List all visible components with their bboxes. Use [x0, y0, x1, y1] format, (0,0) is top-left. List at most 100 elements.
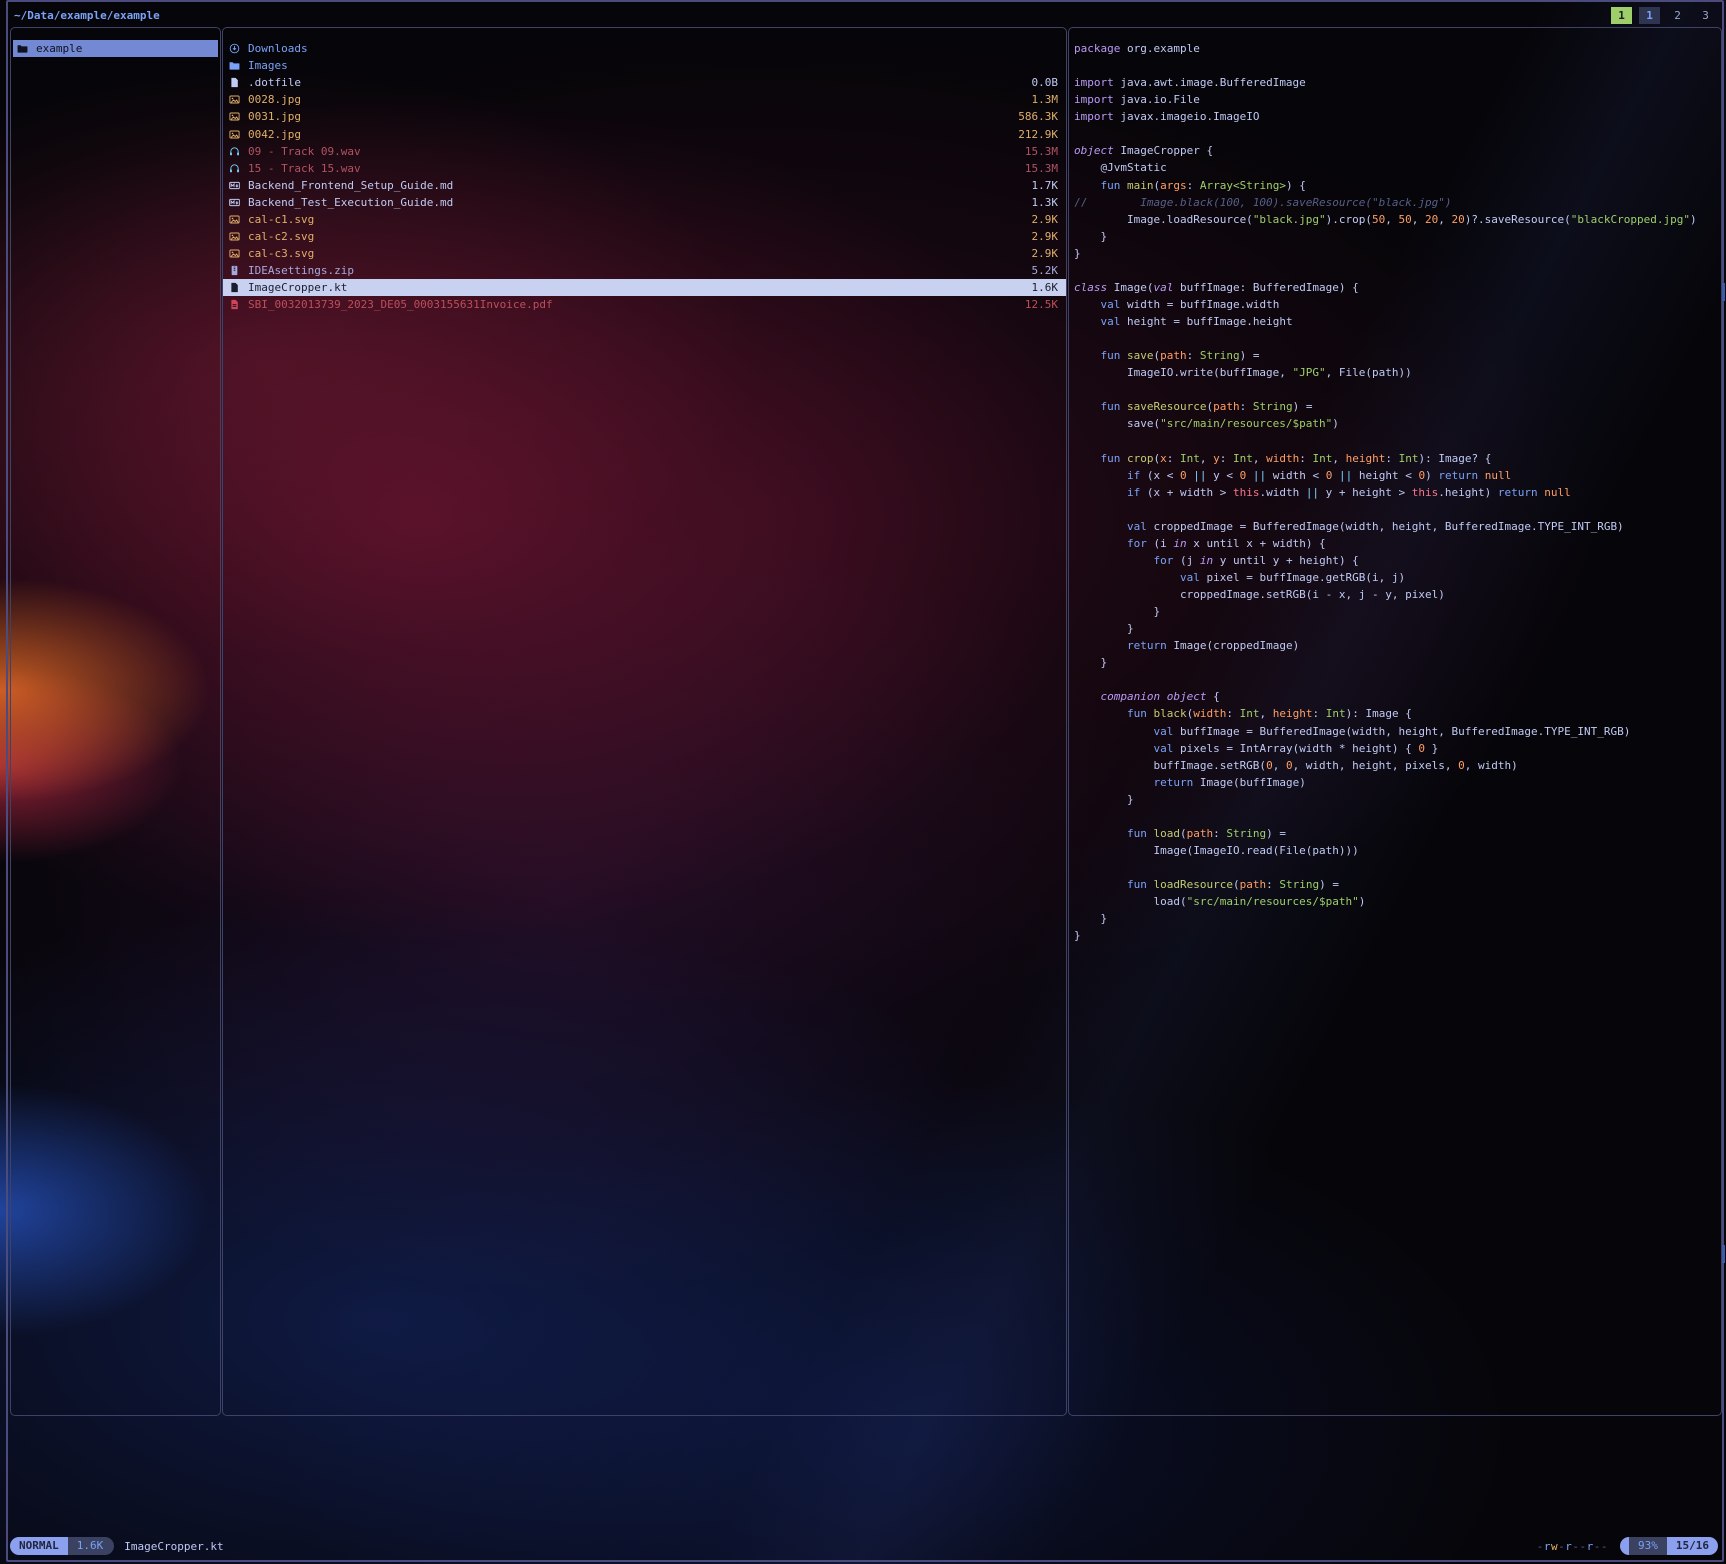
- file-row[interactable]: Backend_Test_Execution_Guide.md1.3K: [223, 194, 1066, 211]
- mode-indicator: NORMAL: [10, 1537, 68, 1555]
- code-line: import java.awt.image.BufferedImage: [1069, 74, 1721, 91]
- code-line: fun crop(x: Int, y: Int, width: Int, hei…: [1069, 450, 1721, 467]
- code-line: val height = buffImage.height: [1069, 313, 1721, 330]
- file-row[interactable]: 0042.jpg212.9K: [223, 125, 1066, 142]
- file-size: 15.3M: [1017, 162, 1058, 175]
- file-name: Backend_Frontend_Setup_Guide.md: [248, 179, 1024, 192]
- pdf-icon: [229, 299, 244, 310]
- code-line: if (x + width > this.width || y + height…: [1069, 484, 1721, 501]
- image-icon: [229, 129, 244, 140]
- dir-name: example: [36, 42, 82, 55]
- file-row[interactable]: cal-c3.svg2.9K: [223, 245, 1066, 262]
- file-name: IDEAsettings.zip: [248, 264, 1024, 277]
- code-line: [1069, 262, 1721, 279]
- parent-dir-row[interactable]: example: [13, 40, 218, 57]
- code-line: fun load(path: String) =: [1069, 825, 1721, 842]
- code-line: [1069, 330, 1721, 347]
- file-name: cal-c2.svg: [248, 230, 1024, 243]
- audio-icon: [229, 163, 244, 174]
- file-preview-pane[interactable]: package org.exampleimport java.awt.image…: [1068, 27, 1722, 1416]
- code-line: fun saveResource(path: String) =: [1069, 398, 1721, 415]
- file-row[interactable]: 0031.jpg586.3K: [223, 108, 1066, 125]
- image-icon: [229, 231, 244, 242]
- code-line: Image.loadResource("black.jpg").crop(50,…: [1069, 211, 1721, 228]
- file-size: 1.3M: [1024, 93, 1059, 106]
- file-size: 586.3K: [1010, 110, 1058, 123]
- file-size: 2.9K: [1024, 247, 1059, 260]
- file-row[interactable]: ImageCropper.kt1.6K: [223, 279, 1066, 296]
- code-line: val croppedImage = BufferedImage(width, …: [1069, 518, 1721, 535]
- cursor-position: 15/16: [1667, 1537, 1718, 1555]
- scroll-percent: 93%: [1629, 1537, 1667, 1555]
- code-line: for (j in y until y + height) {: [1069, 552, 1721, 569]
- file-list-pane[interactable]: DownloadsImages.dotfile0.0B0028.jpg1.3M0…: [222, 27, 1067, 1416]
- file-row[interactable]: cal-c1.svg2.9K: [223, 211, 1066, 228]
- code-line: [1069, 808, 1721, 825]
- tab-2[interactable]: 2: [1667, 7, 1688, 24]
- folder-icon: [17, 43, 32, 54]
- archive-icon: [229, 265, 244, 276]
- image-icon: [229, 248, 244, 259]
- file-row[interactable]: 0028.jpg1.3M: [223, 91, 1066, 108]
- file-name: cal-c3.svg: [248, 247, 1024, 260]
- file-name: Images: [248, 59, 1050, 72]
- code-line: import javax.imageio.ImageIO: [1069, 108, 1721, 125]
- file-size: 12.5K: [1017, 298, 1058, 311]
- code-line: fun main(args: Array<String>) {: [1069, 177, 1721, 194]
- status-bar: NORMAL 1.6K ImageCropper.kt -rw-r--r-- 9…: [10, 1536, 1718, 1556]
- parent-directory-pane[interactable]: example: [10, 27, 221, 1416]
- code-line: buffImage.setRGB(0, 0, width, height, pi…: [1069, 757, 1721, 774]
- status-left: NORMAL 1.6K ImageCropper.kt: [10, 1537, 224, 1555]
- code-line: croppedImage.setRGB(i - x, j - y, pixel): [1069, 586, 1721, 603]
- file-row[interactable]: cal-c2.svg2.9K: [223, 228, 1066, 245]
- code-line: [1069, 125, 1721, 142]
- tab-3[interactable]: 3: [1695, 7, 1716, 24]
- file-size: 2.9K: [1024, 230, 1059, 243]
- image-icon: [229, 214, 244, 225]
- file-row[interactable]: 15 - Track 15.wav15.3M: [223, 160, 1066, 177]
- folder-icon: [229, 60, 244, 71]
- markdown-icon: [229, 180, 244, 191]
- code-line: val pixels = IntArray(width * height) { …: [1069, 740, 1721, 757]
- file-row[interactable]: Backend_Frontend_Setup_Guide.md1.7K: [223, 177, 1066, 194]
- current-filename: ImageCropper.kt: [124, 1540, 223, 1553]
- image-icon: [229, 111, 244, 122]
- file-name: SBI_0032013739_2023_DE05_0003155631Invoi…: [248, 298, 1017, 311]
- code-line: save("src/main/resources/$path"): [1069, 415, 1721, 432]
- file-row[interactable]: Images: [223, 57, 1066, 74]
- code-line: return Image(buffImage): [1069, 774, 1721, 791]
- code-line: val buffImage = BufferedImage(width, hei…: [1069, 723, 1721, 740]
- file-name: .dotfile: [248, 76, 1024, 89]
- tab-1-active[interactable]: 1: [1639, 7, 1660, 24]
- code-line: }: [1069, 620, 1721, 637]
- file-icon: [229, 282, 244, 293]
- audio-icon: [229, 146, 244, 157]
- file-row[interactable]: IDEAsettings.zip5.2K: [223, 262, 1066, 279]
- code-line: object ImageCropper {: [1069, 142, 1721, 159]
- code-line: }: [1069, 228, 1721, 245]
- code-line: }: [1069, 603, 1721, 620]
- breadcrumb-path: ~/Data/example/example: [14, 9, 160, 22]
- code-line: return Image(croppedImage): [1069, 637, 1721, 654]
- code-line: }: [1069, 654, 1721, 671]
- file-row[interactable]: Downloads: [223, 40, 1066, 57]
- file-name: cal-c1.svg: [248, 213, 1024, 226]
- file-row[interactable]: SBI_0032013739_2023_DE05_0003155631Invoi…: [223, 296, 1066, 313]
- code-line: companion object {: [1069, 688, 1721, 705]
- file-name: Downloads: [248, 42, 1050, 55]
- file-row[interactable]: .dotfile0.0B: [223, 74, 1066, 91]
- file-name: 09 - Track 09.wav: [248, 145, 1017, 158]
- file-size: 1.3K: [1024, 196, 1059, 209]
- file-name: 0028.jpg: [248, 93, 1024, 106]
- code-line: [1069, 381, 1721, 398]
- status-right: -rw-r--r-- 93% 15/16: [1537, 1537, 1718, 1555]
- markdown-icon: [229, 197, 244, 208]
- file-name: 0042.jpg: [248, 128, 1010, 141]
- file-size: 1.7K: [1024, 179, 1059, 192]
- file-name: Backend_Test_Execution_Guide.md: [248, 196, 1024, 209]
- file-row[interactable]: 09 - Track 09.wav15.3M: [223, 143, 1066, 160]
- code-line: @JvmStatic: [1069, 159, 1721, 176]
- code-line: [1069, 432, 1721, 449]
- code-line: // Image.black(100, 100).saveResource("b…: [1069, 194, 1721, 211]
- file-name: 0031.jpg: [248, 110, 1010, 123]
